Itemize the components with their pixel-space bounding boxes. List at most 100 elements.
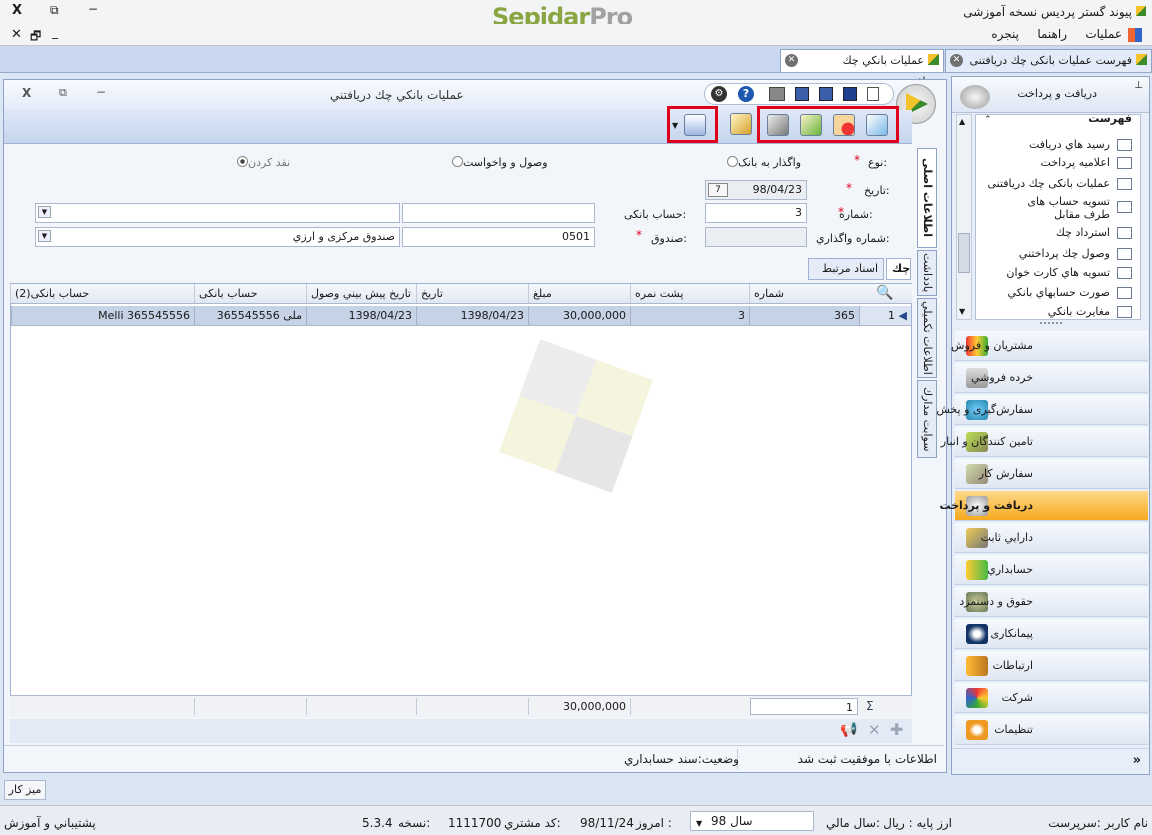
save-icon[interactable] <box>795 87 809 101</box>
tree-item[interactable]: رسيد هاي دريافت <box>1029 138 1110 151</box>
side-tab-docs[interactable]: سوابت مدارك <box>917 380 937 458</box>
scroll-up-icon[interactable]: ▲ <box>959 117 965 126</box>
chevron-down-icon[interactable]: ▼ <box>696 815 702 833</box>
module-sales[interactable]: مشتریان و فروش <box>951 331 1148 361</box>
number-input[interactable]: 3 <box>705 203 807 223</box>
add-icon[interactable]: ✚ <box>890 720 903 739</box>
col-date[interactable]: تاریخ <box>416 284 528 303</box>
tools-icon[interactable]: ⚙ <box>711 86 727 102</box>
tree-item[interactable]: استرداد چك <box>1056 226 1110 239</box>
subtab-related[interactable]: اسناد مرتبط ✹ <box>808 258 884 295</box>
print-document-icon[interactable] <box>684 114 706 136</box>
col-account2[interactable]: حساب بانکی(2) <box>10 284 194 303</box>
tree-item[interactable]: عملیات بانکی چك دریافتنی <box>987 177 1110 190</box>
side-tab-extra[interactable]: اطلاعات تكميلي <box>917 298 937 378</box>
transfer-to-bank-icon[interactable] <box>767 114 789 136</box>
window-close-icon[interactable]: X <box>22 86 31 100</box>
tree-item[interactable]: وصول چك پرداختني <box>1019 247 1110 260</box>
table-row[interactable]: 1 ◀ 365 3 30,000,000 1398/04/23 1398/04/… <box>11 306 911 326</box>
cell-amount[interactable]: 30,000,000 <box>528 306 630 325</box>
cell-back[interactable]: 3 <box>630 306 749 325</box>
tree-item[interactable]: تسويه هاي كارت خوان <box>1006 266 1110 279</box>
save-close-icon[interactable] <box>843 87 857 101</box>
radio-collect[interactable] <box>452 156 463 167</box>
module-work-order[interactable]: سفارش کار <box>955 459 1148 489</box>
scroll-down-icon[interactable]: ▼ <box>959 307 965 316</box>
cell-date[interactable]: 1398/04/23 <box>416 306 528 325</box>
restore-icon[interactable]: ⧉ <box>50 3 59 18</box>
menu-window[interactable]: پنجره <box>991 27 1019 41</box>
radio-cash-label[interactable]: نقد کردن <box>235 156 290 169</box>
tab-cheque-operations[interactable]: ✕عملیات بانكي چك دريافتني <box>780 49 944 88</box>
bank-account-name-select[interactable] <box>35 203 400 223</box>
print-icon[interactable] <box>769 87 785 101</box>
scroll-thumb[interactable] <box>958 233 970 273</box>
pin-icon[interactable]: ⊥ <box>1134 80 1143 91</box>
tree-item[interactable]: صورت حسابهاي بانكي <box>1008 286 1110 299</box>
cell-forecast[interactable]: 1398/04/23 <box>306 306 416 325</box>
module-distribution[interactable]: سفارش‌گیری و پخش <box>936 395 1148 425</box>
subtab-cheque[interactable]: چك <box>886 258 911 280</box>
tree-scrollbar[interactable]: ▲ ▼ <box>956 114 972 320</box>
radio-cash[interactable] <box>237 156 248 167</box>
col-number[interactable]: شماره <box>749 284 871 303</box>
fund-name-select[interactable]: صندوق مرکزی و ارزي <box>35 227 400 247</box>
save-as-icon[interactable] <box>819 87 833 101</box>
module-contracting[interactable]: پیمانکاری <box>955 619 1148 649</box>
search-icon[interactable]: 🔍 <box>876 285 893 301</box>
minimize-icon[interactable]: − <box>88 2 98 16</box>
radio-bank[interactable] <box>727 156 738 167</box>
cell-number[interactable]: 365 <box>749 306 859 325</box>
new-operation-icon[interactable] <box>866 114 888 136</box>
delete-icon[interactable]: ✕ <box>868 721 881 739</box>
tree-item[interactable]: تسویه حساب های طرف مقابل <box>1000 195 1110 221</box>
side-tab-main[interactable]: اطلاعات اصلی <box>917 148 937 248</box>
module-retail[interactable]: خرده فروشي <box>955 363 1148 393</box>
dropdown-arrow-icon[interactable]: ▼ <box>672 121 678 130</box>
calendar-icon[interactable]: 7 <box>708 183 728 197</box>
col-amount[interactable]: مبلغ <box>528 284 630 303</box>
chevron-down-icon[interactable]: ▼ <box>38 230 51 242</box>
tab-close-icon[interactable]: ✕ <box>785 54 798 67</box>
help-icon[interactable]: ? <box>738 86 754 102</box>
tree-item[interactable]: اعلاميه پرداخت <box>1041 156 1110 169</box>
module-suppliers[interactable]: تامین کنندگان و انبار <box>941 427 1148 457</box>
splitter-grip[interactable] <box>1040 322 1062 326</box>
close-icon[interactable]: X <box>12 3 22 18</box>
module-payments[interactable]: دریافت و پرداخت <box>939 491 1148 521</box>
module-payroll[interactable]: حقوق و دستمزد <box>955 587 1148 617</box>
reject-icon[interactable] <box>833 114 855 136</box>
col-forecast[interactable]: تاريخ پيش بيني وصول <box>306 284 416 303</box>
support-link[interactable]: پشتيباني و آموزش <box>4 816 96 830</box>
new-icon[interactable] <box>867 87 879 101</box>
window-restore-icon[interactable]: ⧉ <box>59 86 67 100</box>
menu-help[interactable]: راهنما <box>1037 27 1067 41</box>
menu-operations[interactable]: عملیات <box>1085 27 1122 41</box>
module-company[interactable]: شرکت <box>955 683 1148 713</box>
expand-icon[interactable]: » <box>1133 753 1141 768</box>
col-back[interactable]: پشت نمره <box>630 284 749 303</box>
bank-account-code-input[interactable] <box>402 203 595 223</box>
date-input[interactable]: 98/04/23 7 <box>705 180 807 200</box>
tree-item[interactable]: مغايرت بانكي <box>1048 305 1110 318</box>
mdi-minimize-icon[interactable]: _ <box>52 25 58 39</box>
cell-account2[interactable]: Melli 365545556 <box>11 306 194 325</box>
module-communications[interactable]: ارتباطات <box>955 651 1148 681</box>
collapse-icon[interactable]: ⌃ <box>984 115 992 125</box>
module-settings[interactable]: تنظیمات <box>955 715 1148 745</box>
chevron-down-icon[interactable]: ▼ <box>38 206 51 218</box>
speaker-icon[interactable]: 📢 <box>840 722 857 738</box>
side-tab-notes[interactable]: یادداشت <box>917 250 937 296</box>
fund-code-input[interactable]: 0501 <box>402 227 595 247</box>
tab-cheque-list[interactable]: ✕ فهرست عملیات بانکی چك دریافتنی <box>945 49 1152 72</box>
module-accounting[interactable]: حسابداري <box>955 555 1148 585</box>
assign-number-input[interactable] <box>705 227 807 247</box>
col-account[interactable]: حساب بانکی <box>194 284 306 303</box>
window-minimize-icon[interactable]: − <box>96 85 106 99</box>
edit-document-icon[interactable] <box>730 113 752 135</box>
desktop-tab[interactable]: ميز كار <box>4 780 46 800</box>
mdi-close-icon[interactable]: ✕ <box>11 27 22 42</box>
radio-bank-label[interactable]: واگذار به بانک <box>725 156 801 169</box>
module-fixed-assets[interactable]: دارايي ثابت <box>955 523 1148 553</box>
cell-account[interactable]: ملی 365545556 <box>194 306 306 325</box>
